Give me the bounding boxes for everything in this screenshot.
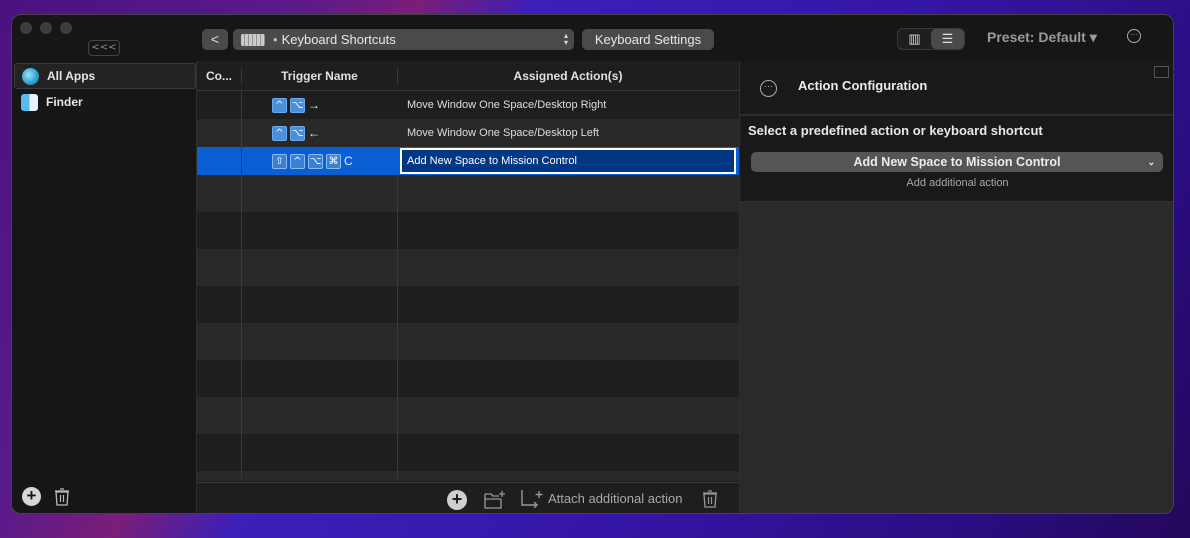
chevron-left-icon: < <box>210 31 220 47</box>
action-selection-section: Select a predefined action or keyboard s… <box>740 116 1173 202</box>
delete-app-button[interactable] <box>54 487 70 512</box>
trigger-type-select[interactable]: • Keyboard Shortcuts ▴ ▾ <box>233 29 574 50</box>
back-button[interactable]: < <box>202 29 228 50</box>
column-header-trigger-name[interactable]: Trigger Name <box>242 61 397 91</box>
sidebar-item-label: All Apps <box>47 69 96 83</box>
add-additional-action-link[interactable]: Add additional action <box>740 177 1173 189</box>
selected-action-label: Add New Space to Mission Control <box>853 155 1061 169</box>
trash-icon <box>703 490 717 508</box>
close-window-button[interactable] <box>20 22 32 34</box>
preset-dropdown[interactable]: Preset: Default ▾ <box>987 29 1097 46</box>
table-row[interactable]: ^ ⌥ ← Move Window One Space/Desktop Left <box>197 119 740 147</box>
arrow-left-icon: ← <box>308 126 320 140</box>
column-header-assigned-actions[interactable]: Assigned Action(s) <box>398 61 738 91</box>
chevron-down-icon: ⌄ <box>1147 157 1155 167</box>
trash-icon <box>55 488 69 506</box>
globe-icon <box>22 67 39 85</box>
shift-key-icon: ⇧ <box>272 153 287 169</box>
trigger-key-letter: C <box>344 154 353 168</box>
window-controls <box>20 22 72 34</box>
table-body: ^ ⌥ → Move Window One Space/Desktop Righ… <box>197 91 740 481</box>
assigned-action: Move Window One Space/Desktop Right <box>407 99 607 111</box>
breadcrumb-dot: • <box>273 32 278 47</box>
table-row-empty <box>197 212 740 249</box>
option-key-icon: ⌥ <box>290 97 305 113</box>
table-row-empty <box>197 175 740 212</box>
collapse-sidebar-button[interactable]: <<< <box>88 40 120 56</box>
columns-view-button[interactable]: ▥ <box>898 29 931 49</box>
add-trigger-button[interactable]: + <box>447 490 467 510</box>
control-key-icon: ^ <box>290 153 305 169</box>
action-select-label: Select a predefined action or keyboard s… <box>748 123 1043 138</box>
table-row-empty <box>197 360 740 397</box>
keyboard-settings-button[interactable]: Keyboard Settings <box>582 29 714 50</box>
more-options-icon[interactable]: ··· <box>760 80 777 97</box>
table-row-empty <box>197 286 740 323</box>
trigger-shortcut: ⇧ ^ ⌥ ⌘ C <box>272 147 353 175</box>
column-gridline <box>397 175 398 479</box>
keyboard-icon <box>241 33 265 46</box>
sidebar-item-all-apps[interactable]: All Apps <box>14 63 196 89</box>
up-down-chevron-icon: ▴ ▾ <box>563 31 568 47</box>
sidebar-item-finder[interactable]: Finder <box>14 89 196 115</box>
list-view-button[interactable]: ☰ <box>931 29 964 49</box>
panel-header: ··· Action Configuration <box>740 61 1173 115</box>
attach-action-icon <box>521 490 543 508</box>
finder-icon <box>21 93 38 111</box>
option-key-icon: ⌥ <box>290 125 305 141</box>
trigger-shortcut: ^ ⌥ ← <box>272 119 320 147</box>
trigger-type-label: Keyboard Shortcuts <box>281 32 396 47</box>
minimize-window-button[interactable] <box>40 22 52 34</box>
app-sidebar: All Apps Finder <box>12 61 196 513</box>
table-row[interactable]: ^ ⌥ → Move Window One Space/Desktop Righ… <box>197 91 740 119</box>
assigned-action: Move Window One Space/Desktop Left <box>407 127 599 139</box>
table-row-empty <box>197 249 740 286</box>
expand-panel-icon[interactable] <box>1154 66 1169 78</box>
app-window: <<< < • Keyboard Shortcuts ▴ ▾ Keyboard S… <box>11 14 1174 514</box>
arrow-right-icon: → <box>308 98 320 112</box>
columns-icon: ▥ <box>908 31 921 46</box>
predefined-action-dropdown[interactable]: Add New Space to Mission Control ⌄ <box>751 152 1163 172</box>
view-mode-toggle: ▥ ☰ <box>897 28 965 50</box>
list-icon: ☰ <box>941 31 954 46</box>
column-header-comment[interactable]: Co... <box>197 61 241 91</box>
table-footer: + Attach additional action <box>197 482 740 513</box>
table-header: Co... Trigger Name Assigned Action(s) <box>197 61 740 91</box>
delete-trigger-button[interactable] <box>702 489 718 513</box>
add-folder-button[interactable] <box>483 490 507 513</box>
table-row-selected[interactable]: ⇧ ^ ⌥ ⌘ C Add New Space to Mission Contr… <box>197 147 740 175</box>
action-name-field[interactable]: Add New Space to Mission Control <box>400 148 736 174</box>
command-key-icon: ⌘ <box>326 153 341 169</box>
attach-additional-action-button[interactable]: Attach additional action <box>520 488 682 508</box>
trigger-shortcut: ^ ⌥ → <box>272 91 320 119</box>
panel-title: Action Configuration <box>798 78 928 93</box>
attach-action-label: Attach additional action <box>548 490 683 506</box>
folder-plus-icon <box>484 491 505 509</box>
zoom-window-button[interactable] <box>60 22 72 34</box>
control-key-icon: ^ <box>272 97 287 113</box>
table-row-empty <box>197 397 740 434</box>
option-key-icon: ⌥ <box>308 153 323 169</box>
control-key-icon: ^ <box>272 125 287 141</box>
more-options-icon[interactable]: ··· <box>1127 29 1141 43</box>
table-row-empty <box>197 434 740 471</box>
table-row-empty <box>197 323 740 360</box>
column-gridline <box>241 91 242 479</box>
add-app-button[interactable]: + <box>22 487 41 506</box>
sidebar-item-label: Finder <box>46 95 83 109</box>
triggers-table: Co... Trigger Name Assigned Action(s) ^ … <box>196 61 740 513</box>
table-row-empty <box>197 471 740 481</box>
action-configuration-panel: ··· Action Configuration Select a predef… <box>740 61 1173 513</box>
